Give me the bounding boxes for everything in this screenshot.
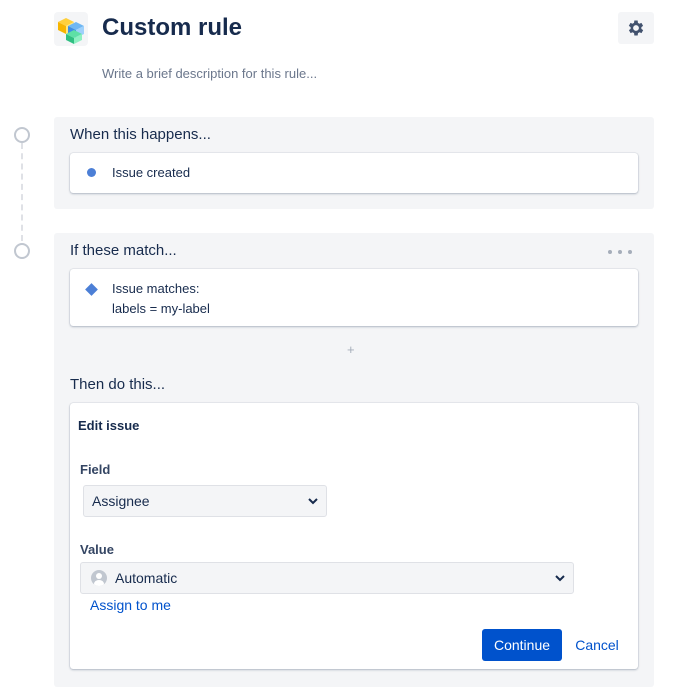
condition-section-title: If these match... <box>70 242 177 259</box>
more-options-button[interactable] <box>608 244 632 260</box>
field-label: Field <box>80 462 111 477</box>
condition-card[interactable]: Issue matches: labels = my-label <box>70 269 638 326</box>
timeline-node-trigger <box>14 127 30 143</box>
diamond-icon <box>85 283 98 296</box>
form-title: Edit issue <box>78 418 140 433</box>
settings-button[interactable] <box>618 12 654 44</box>
rule-description[interactable]: Write a brief description for this rule.… <box>102 66 317 81</box>
page-title: Custom rule <box>102 14 243 41</box>
trigger-section-title: When this happens... <box>70 126 211 143</box>
trigger-card[interactable]: Issue created <box>70 153 638 193</box>
value-select-value: Automatic <box>115 570 178 586</box>
field-select[interactable]: Assignee <box>83 485 327 517</box>
add-component-button[interactable]: + <box>347 342 355 357</box>
value-select[interactable]: Automatic <box>80 562 574 594</box>
rule-icon <box>54 12 88 46</box>
avatar-icon <box>91 570 107 586</box>
condition-line-1: Issue matches: <box>112 281 200 296</box>
condition-line-2: labels = my-label <box>112 301 210 316</box>
more-icon <box>608 250 612 254</box>
timeline-node-condition <box>14 243 30 259</box>
action-section-title: Then do this... <box>70 376 166 393</box>
timeline-connector <box>21 143 23 241</box>
gear-icon <box>628 20 644 36</box>
chevron-down-icon <box>308 498 318 505</box>
chevron-down-icon <box>555 575 565 582</box>
cancel-button[interactable]: Cancel <box>570 629 624 661</box>
value-label: Value <box>80 542 114 557</box>
trigger-dot-icon <box>87 168 96 177</box>
trigger-label: Issue created <box>112 165 191 180</box>
automation-cube-icon <box>58 18 84 44</box>
assign-to-me-link[interactable]: Assign to me <box>90 597 171 613</box>
continue-button[interactable]: Continue <box>482 629 562 661</box>
field-select-value: Assignee <box>92 493 150 509</box>
